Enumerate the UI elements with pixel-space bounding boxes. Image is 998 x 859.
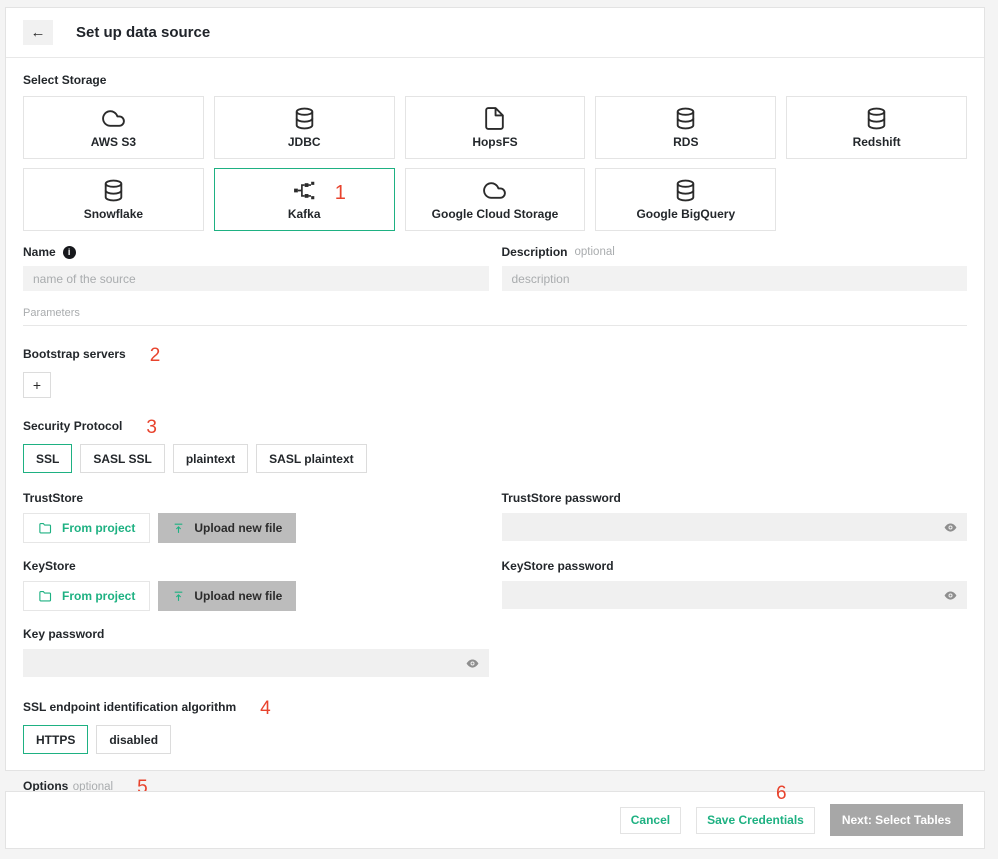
cancel-button[interactable]: Cancel <box>620 807 681 834</box>
parameters-divider <box>23 325 967 326</box>
key-password-input[interactable] <box>23 649 489 677</box>
truststore-from-project-button[interactable]: From project <box>23 513 150 543</box>
tile-label: Google BigQuery <box>636 207 735 221</box>
storage-tile-kafka[interactable]: Kafka 1 <box>214 168 395 231</box>
truststore-password-label: TrustStore password <box>502 491 968 505</box>
select-storage-label: Select Storage <box>23 73 967 87</box>
back-button[interactable]: ← <box>23 20 53 45</box>
upload-icon <box>172 522 185 535</box>
bootstrap-servers-label: Bootstrap servers <box>23 347 126 361</box>
keystore-from-project-button[interactable]: From project <box>23 581 150 611</box>
annotation-3: 3 <box>146 417 157 438</box>
storage-tile-jdbc[interactable]: JDBC <box>214 96 395 159</box>
save-credentials-button[interactable]: Save Credentials <box>696 807 815 834</box>
folder-icon <box>38 521 53 536</box>
tile-label: AWS S3 <box>91 135 136 149</box>
tile-label: JDBC <box>288 135 321 149</box>
storage-tile-google-bigquery[interactable]: Google BigQuery <box>595 168 776 231</box>
truststore-password-input[interactable] <box>502 513 968 541</box>
setup-data-source-panel: ← Set up data source Select Storage AWS … <box>5 7 985 771</box>
file-icon <box>482 106 507 131</box>
kafka-icon <box>292 178 317 203</box>
storage-tile-google-cloud-storage[interactable]: Google Cloud Storage <box>405 168 586 231</box>
ssl-endpoint-option-https[interactable]: HTTPS <box>23 725 88 754</box>
storage-tile-rds[interactable]: RDS <box>595 96 776 159</box>
tile-label: Snowflake <box>84 207 143 221</box>
description-label: Description optional <box>502 245 968 259</box>
ssl-endpoint-options: HTTPS disabled <box>23 725 967 754</box>
keystore-label: KeyStore <box>23 559 489 573</box>
tile-label: Kafka <box>288 207 321 221</box>
keystore-password-input[interactable] <box>502 581 968 609</box>
annotation-2: 2 <box>150 345 161 366</box>
name-input[interactable] <box>23 266 489 291</box>
upload-icon <box>172 590 185 603</box>
key-password-label: Key password <box>23 627 489 641</box>
eye-icon[interactable] <box>943 588 958 603</box>
database-icon <box>864 106 889 131</box>
ssl-endpoint-label: SSL endpoint identification algorithm <box>23 700 236 714</box>
truststore-label: TrustStore <box>23 491 489 505</box>
truststore-upload-button[interactable]: Upload new file <box>158 513 296 543</box>
page-title: Set up data source <box>76 24 210 41</box>
info-icon[interactable]: i <box>63 246 76 259</box>
security-protocol-label: Security Protocol <box>23 419 122 433</box>
keystore-upload-button[interactable]: Upload new file <box>158 581 296 611</box>
protocol-option-sasl-ssl[interactable]: SASL SSL <box>80 444 164 473</box>
name-label: Name i <box>23 245 489 259</box>
storage-tile-snowflake[interactable]: Snowflake <box>23 168 204 231</box>
protocol-option-sasl-plaintext[interactable]: SASL plaintext <box>256 444 366 473</box>
storage-tile-grid: AWS S3 JDBC HopsFS RDS Redshift <box>23 96 967 231</box>
cloud-icon <box>101 106 126 131</box>
back-arrow-icon: ← <box>31 24 46 41</box>
storage-tile-aws-s3[interactable]: AWS S3 <box>23 96 204 159</box>
annotation-4: 4 <box>260 698 271 719</box>
keystore-password-label: KeyStore password <box>502 559 968 573</box>
security-protocol-options: SSL SASL SSL plaintext SASL plaintext <box>23 444 967 473</box>
panel-header: ← Set up data source <box>6 8 984 58</box>
database-icon <box>673 178 698 203</box>
optional-label: optional <box>575 246 615 258</box>
protocol-option-plaintext[interactable]: plaintext <box>173 444 248 473</box>
database-icon <box>101 178 126 203</box>
eye-icon[interactable] <box>943 520 958 535</box>
tile-label: RDS <box>673 135 698 149</box>
parameters-label: Parameters <box>23 307 967 319</box>
folder-icon <box>38 589 53 604</box>
annotation-1: 1 <box>335 182 346 205</box>
storage-tile-hopsfs[interactable]: HopsFS <box>405 96 586 159</box>
tile-label: Google Cloud Storage <box>432 207 559 221</box>
database-icon <box>292 106 317 131</box>
annotation-6: 6 <box>776 783 787 805</box>
cloud-icon <box>482 178 507 203</box>
tile-label: HopsFS <box>472 135 517 149</box>
tile-label: Redshift <box>853 135 901 149</box>
footer-bar: Cancel Save Credentials Next: Select Tab… <box>5 791 985 849</box>
eye-icon[interactable] <box>465 656 480 671</box>
description-input[interactable] <box>502 266 968 291</box>
storage-tile-redshift[interactable]: Redshift <box>786 96 967 159</box>
ssl-endpoint-option-disabled[interactable]: disabled <box>96 725 171 754</box>
protocol-option-ssl[interactable]: SSL <box>23 444 72 473</box>
next-select-tables-button[interactable]: Next: Select Tables <box>830 804 963 836</box>
database-icon <box>673 106 698 131</box>
add-bootstrap-server-button[interactable]: + <box>23 372 51 398</box>
